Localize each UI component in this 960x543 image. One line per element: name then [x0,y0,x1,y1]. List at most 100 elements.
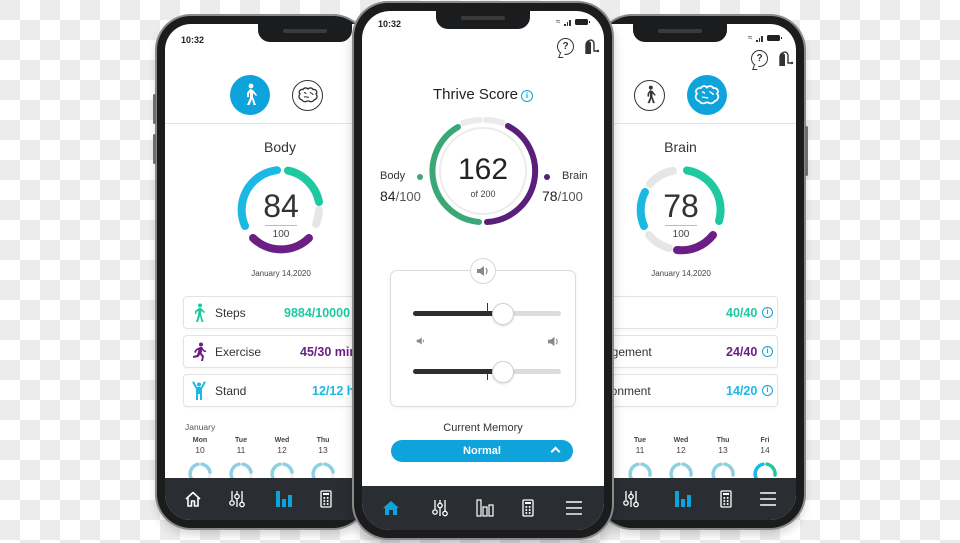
day-name: Mon [192,437,208,444]
info-icon[interactable]: i [762,385,773,396]
title-text: Thrive Score [432,86,519,103]
tab-bar [362,486,604,530]
metric-card-exercise[interactable]: Exercise 45/30 min [183,335,365,368]
center-screen: 10:32 ≈ ? Thrive Scorei 162 of 200 Body [362,11,604,530]
day-date: 11 [635,445,645,455]
body-mode-button[interactable] [230,75,270,115]
volume-slider-bottom[interactable] [413,361,561,383]
metric-value: 9884/10000 [284,305,351,320]
body-value-num: 84 [380,188,396,204]
info-icon[interactable]: i [521,90,534,102]
current-memory-label: Current Memory [443,422,523,434]
day-date: 11 [236,445,246,455]
sliders-icon [229,491,245,508]
volume-low-icon [416,337,424,345]
tab-adjust[interactable] [620,488,642,510]
day-date: 12 [277,445,287,455]
day-name: Wed [274,437,290,444]
brain-icon [694,85,720,105]
brain-label: Brain [562,170,588,182]
volume-slider-top[interactable] [413,303,561,325]
day-name: Thu [316,437,330,444]
remote-icon [522,499,534,517]
tab-stats[interactable] [474,497,496,519]
tab-home[interactable] [182,488,204,510]
memory-value: Normal [463,445,501,457]
volume-high-icon [548,336,558,347]
day-name: Thu [716,437,730,444]
wifi-icon: ≈ [556,17,561,26]
hearing-aid-icon[interactable] [584,37,600,55]
brain-score: 78 [663,188,699,224]
body-mode-button[interactable] [634,79,665,111]
body-value: 84/100 [380,188,421,204]
day-name: Fri [760,437,770,444]
tab-bar [165,478,365,520]
volume-toggle[interactable] [470,258,496,284]
tab-menu[interactable] [563,497,585,519]
day-date: 13 [318,445,328,455]
signal-icon [564,19,571,26]
bar-chart-icon [675,491,691,507]
brain-value: 78/100 [542,188,583,204]
metric-label: Stand [215,383,247,398]
hearing-aid-icon[interactable] [778,49,794,67]
home-icon [185,491,201,507]
sliders-icon [623,491,639,508]
day-name: Wed [673,437,689,444]
metric-card-steps[interactable]: Steps 9884/10000 [183,296,365,329]
walking-person-icon [647,85,656,104]
tab-remote[interactable] [715,488,737,510]
day-date: 10 [195,445,205,455]
section-title: Brain [664,139,697,155]
tab-remote[interactable] [517,497,539,519]
brain-mode-button[interactable] [292,79,323,111]
metric-card-environment[interactable]: ironment 14/20 i [598,374,778,407]
info-icon[interactable]: i [762,307,773,318]
tab-adjust[interactable] [429,497,451,519]
tab-stats[interactable] [273,488,295,510]
body-score-max: 100 [272,229,290,240]
remote-icon [720,490,732,508]
sliders-icon [432,500,448,517]
menu-icon [566,501,582,515]
brain-icon [297,87,318,103]
gauge-track [460,117,483,126]
center-phone: 10:32 ≈ ? Thrive Scorei 162 of 200 Body [354,3,612,538]
status-time: 10:32 [378,19,402,29]
bar-chart-icon [476,499,494,517]
tab-remote[interactable] [315,488,337,510]
brain-value-num: 78 [542,188,558,204]
gauge-track [646,166,677,188]
standing-person-icon [192,381,206,400]
memory-select[interactable]: Normal [391,440,573,462]
metric-card-stand[interactable]: Stand 12/12 hr [183,374,365,407]
menu-icon [760,492,776,506]
help-icon[interactable]: ? [751,49,768,67]
brain-mode-button[interactable] [687,75,727,115]
tab-stats[interactable] [672,488,694,510]
right-phone: ≈ ? Brain 78 100 January 14,2020 40/40 i… [598,16,808,528]
date-label: January 14,2020 [651,269,711,278]
home-icon [383,501,399,515]
info-icon[interactable]: i [762,346,773,357]
date-label: January 14,2020 [251,269,311,278]
slider-fill [413,311,504,316]
walking-person-icon [195,303,205,322]
speaker-icon [477,266,488,276]
status-icons: ≈ [556,17,590,26]
tab-home[interactable] [380,497,402,519]
left-phone: 10:32 Body 84 100 January 14,2020 Steps … [153,16,367,528]
tab-adjust[interactable] [226,488,248,510]
tab-menu[interactable] [757,488,779,510]
help-icon[interactable]: ? [557,37,574,55]
brain-value-max: /100 [557,189,583,204]
metric-card-engagement[interactable]: agement 24/40 i [598,335,778,368]
metric-card-1[interactable]: 40/40 i [598,296,778,329]
thrive-score: 162 [457,153,509,186]
slider-fill [413,369,504,374]
wifi-icon: ≈ [748,33,753,42]
bar-chart-icon [276,491,292,507]
slider-reference-tick [487,371,488,380]
left-screen: 10:32 Body 84 100 January 14,2020 Steps … [165,24,365,520]
